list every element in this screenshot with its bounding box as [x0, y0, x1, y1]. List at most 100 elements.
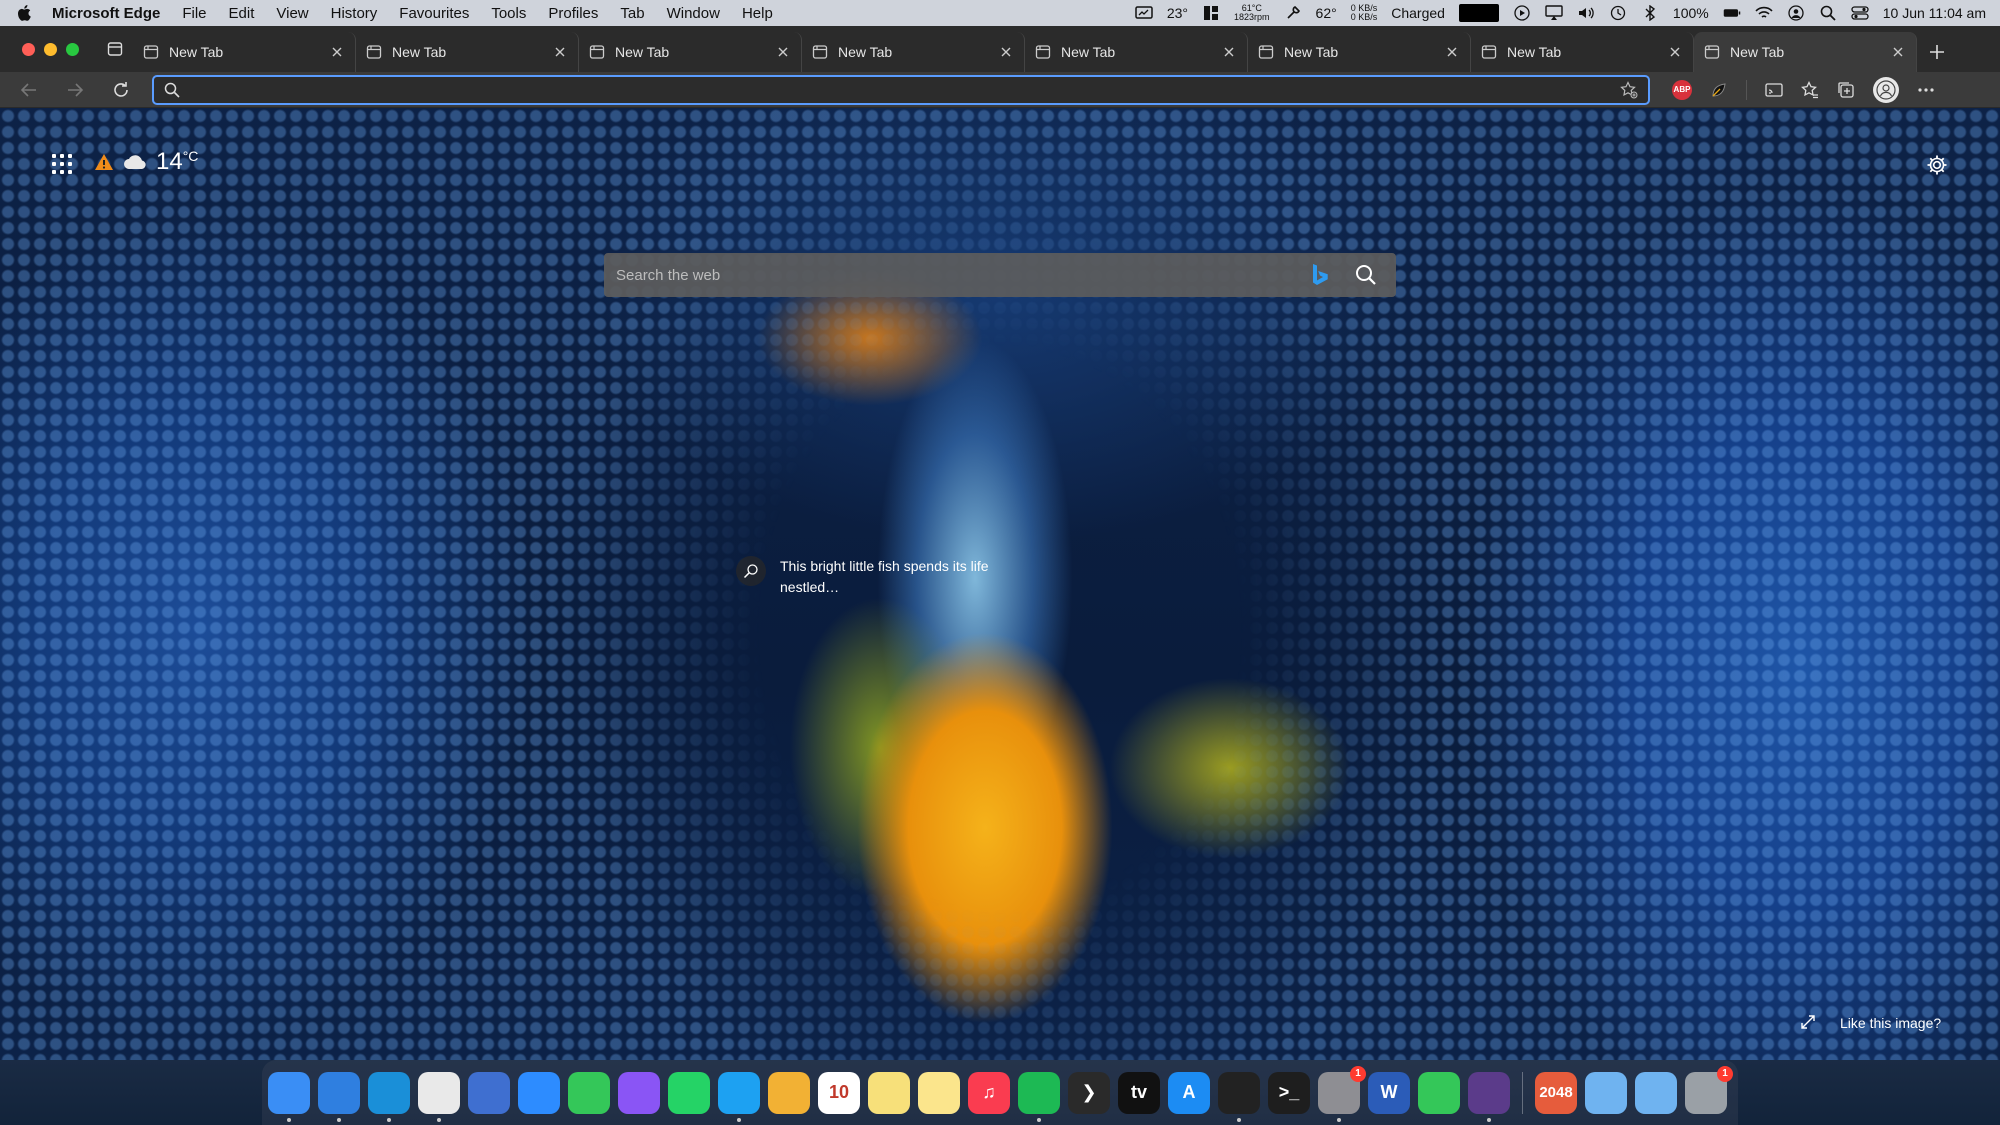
window-layout-icon[interactable] — [1202, 4, 1220, 22]
airplay-icon[interactable] — [1545, 4, 1563, 22]
menu-help[interactable]: Help — [742, 5, 773, 22]
dock-app-system-preferences[interactable]: 1 — [1318, 1065, 1366, 1122]
network-stats[interactable]: 0 KB/s 0 KB/s — [1351, 4, 1378, 22]
cast-button[interactable] — [1765, 82, 1783, 98]
graph-widget[interactable] — [1458, 4, 1499, 22]
dock-app-photos[interactable] — [768, 1071, 810, 1114]
fullscreen-window-button[interactable] — [66, 42, 79, 56]
new-tab-button[interactable] — [1917, 32, 1957, 72]
dock-app-calendar[interactable]: 10 — [818, 1071, 860, 1114]
menu-file[interactable]: File — [182, 5, 206, 22]
extension-leaf-button[interactable] — [1710, 81, 1728, 99]
dock-app-edge[interactable] — [368, 1071, 410, 1122]
tab-close-button[interactable] — [1221, 44, 1237, 60]
dock-app-messages[interactable] — [568, 1071, 610, 1114]
menu-history[interactable]: History — [331, 5, 378, 22]
dock-app-notes[interactable] — [918, 1071, 960, 1114]
dock-app-finder[interactable] — [268, 1071, 310, 1122]
dock-app-whatsapp[interactable] — [668, 1071, 710, 1114]
tab-close-button[interactable] — [1890, 44, 1906, 60]
dock-app-messenger[interactable] — [618, 1071, 660, 1114]
like-image-link[interactable]: Like this image? — [1800, 1014, 1941, 1032]
address-input[interactable] — [190, 77, 1620, 102]
web-search-button[interactable] — [1352, 261, 1380, 289]
dock-app-word[interactable]: W — [1368, 1071, 1410, 1114]
tab-8[interactable]: New Tab — [1694, 32, 1917, 72]
bluetooth-icon[interactable] — [1641, 4, 1659, 22]
dock-app-app-store[interactable]: A — [1168, 1071, 1210, 1114]
dock-app-2048[interactable]: 2048 — [1535, 1071, 1577, 1114]
address-bar[interactable] — [152, 74, 1650, 105]
settings-more-button[interactable] — [1917, 87, 1935, 93]
menu-tools[interactable]: Tools — [491, 5, 526, 22]
tab-2[interactable]: New Tab — [356, 32, 579, 72]
back-button[interactable] — [12, 75, 46, 105]
cpu-stats[interactable]: 61°C 1823rpm — [1234, 4, 1270, 22]
wifi-icon[interactable] — [1755, 4, 1773, 22]
dock-app-terminal[interactable]: >_ — [1268, 1071, 1310, 1114]
dock-app-music[interactable]: ♫ — [968, 1071, 1010, 1114]
tab-close-button[interactable] — [1444, 44, 1460, 60]
app-name-menu[interactable]: Microsoft Edge — [52, 5, 160, 22]
weather-widget[interactable]: 14°C — [94, 148, 198, 176]
app-launcher-icon[interactable] — [52, 154, 72, 174]
minimize-window-button[interactable] — [44, 42, 57, 56]
menu-tab[interactable]: Tab — [620, 5, 644, 22]
tab-close-button[interactable] — [775, 44, 791, 60]
tab-close-button[interactable] — [552, 44, 568, 60]
add-favourite-button[interactable] — [1620, 80, 1638, 99]
play-icon[interactable] — [1513, 4, 1531, 22]
tab-7[interactable]: New Tab — [1471, 32, 1694, 72]
time-machine-icon[interactable] — [1609, 4, 1627, 22]
menu-favourites[interactable]: Favourites — [399, 5, 469, 22]
dock-app-stickies[interactable] — [868, 1071, 910, 1114]
clock[interactable]: 10 Jun 11:04 am — [1883, 5, 1986, 21]
web-search-box[interactable] — [604, 253, 1396, 297]
control-center-icon[interactable] — [1851, 4, 1869, 22]
tab-close-button[interactable] — [329, 44, 345, 60]
volume-icon[interactable] — [1577, 4, 1595, 22]
dock-app-downloads-folder[interactable] — [1585, 1071, 1627, 1114]
dock-app-alfred[interactable] — [1468, 1071, 1510, 1122]
like-image-text[interactable]: Like this image? — [1840, 1015, 1941, 1031]
user-account-icon[interactable] — [1787, 4, 1805, 22]
dock-app-activity-monitor[interactable] — [1218, 1071, 1260, 1122]
adblock-plus-button[interactable]: ABP — [1672, 79, 1692, 100]
bing-visual-search-icon[interactable] — [1310, 263, 1332, 287]
dock-app-maps[interactable] — [468, 1071, 510, 1114]
expand-icon[interactable] — [1800, 1014, 1818, 1032]
refresh-button[interactable] — [104, 75, 138, 105]
favourites-button[interactable] — [1801, 80, 1819, 99]
dock-app-zoom[interactable] — [518, 1071, 560, 1114]
menu-view[interactable]: View — [276, 5, 308, 22]
dock-app-trash[interactable]: 1 — [1685, 1065, 1733, 1114]
battery-label[interactable]: Charged — [1391, 5, 1445, 21]
tab-1[interactable]: New Tab — [133, 32, 356, 72]
tab-close-button[interactable] — [998, 44, 1014, 60]
display-icon[interactable] — [1135, 4, 1153, 22]
tab-4[interactable]: New Tab — [802, 32, 1025, 72]
spotlight-search-icon[interactable] — [1819, 4, 1837, 22]
web-search-input[interactable] — [616, 260, 1310, 290]
page-settings-button[interactable] — [1924, 152, 1950, 178]
close-window-button[interactable] — [22, 42, 35, 56]
profile-avatar-button[interactable] — [1873, 76, 1899, 103]
menu-edit[interactable]: Edit — [229, 5, 255, 22]
image-caption-card[interactable]: This bright little fish spends its life … — [736, 556, 1056, 598]
sensor-temp[interactable]: 62° — [1316, 5, 1337, 21]
tab-actions-button[interactable] — [97, 26, 133, 72]
tab-3[interactable]: New Tab — [579, 32, 802, 72]
dock-app-safari[interactable] — [318, 1071, 360, 1122]
dock-app-facetime[interactable] — [1418, 1071, 1460, 1114]
dock-app-spotify[interactable] — [1018, 1071, 1060, 1122]
forward-button[interactable] — [58, 75, 92, 105]
menu-profiles[interactable]: Profiles — [548, 5, 598, 22]
dock-app-prompt[interactable]: ❯ — [1068, 1071, 1110, 1114]
tab-6[interactable]: New Tab — [1248, 32, 1471, 72]
weather-status[interactable]: 23° — [1167, 5, 1188, 21]
dock-app-twitter[interactable] — [718, 1071, 760, 1122]
menu-window[interactable]: Window — [667, 5, 720, 22]
dock-app-chrome[interactable] — [418, 1071, 460, 1122]
wrench-icon[interactable] — [1284, 4, 1302, 22]
collections-button[interactable] — [1837, 81, 1855, 99]
